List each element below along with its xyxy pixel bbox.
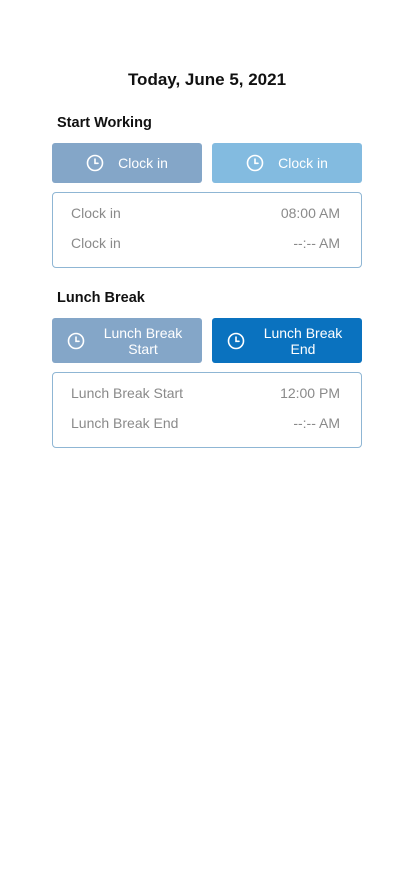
lunch-break-title: Lunch Break — [57, 290, 145, 306]
page-title: Today, June 5, 2021 — [127, 70, 287, 89]
entry-time: --:-- AM — [293, 415, 340, 431]
lunch-break-end-label: Lunch Break End — [263, 324, 343, 357]
start-working-card: Clock in 08:00 AM Clock in --:-- AM — [52, 192, 362, 268]
list-item: Lunch Break End --:-- AM — [71, 415, 340, 431]
lunch-break-end-button[interactable]: Lunch Break End — [212, 318, 362, 363]
entry-label: Clock in — [71, 205, 121, 221]
list-item: Clock in 08:00 AM — [71, 205, 340, 221]
lunch-break-card: Lunch Break Start 12:00 PM Lunch Break E… — [52, 372, 362, 448]
entry-time: --:-- AM — [293, 235, 340, 251]
clock-icon — [67, 332, 85, 350]
clock-in-button[interactable]: Clock in — [52, 143, 202, 183]
clock-icon — [246, 154, 264, 172]
list-item: Clock in --:-- AM — [71, 235, 340, 251]
lunch-break-buttons: Lunch Break Start Lunch Break End — [52, 318, 362, 363]
clock-icon — [86, 154, 104, 172]
clock-in-button-label: Clock in — [118, 155, 168, 171]
entry-time: 12:00 PM — [280, 385, 340, 401]
start-working-title: Start Working — [57, 115, 152, 131]
start-working-buttons: Clock in Clock in — [52, 143, 362, 183]
clock-out-button[interactable]: Clock in — [212, 143, 362, 183]
entry-time: 08:00 AM — [280, 205, 340, 221]
clock-icon — [227, 332, 245, 350]
entry-label: Lunch Break Start — [71, 385, 184, 401]
lunch-break-start-button[interactable]: Lunch Break Start — [52, 318, 202, 363]
clock-out-button-label: Clock in — [278, 155, 328, 171]
lunch-break-start-label: Lunch Break Start — [103, 324, 183, 357]
entry-label: Clock in — [71, 235, 121, 251]
list-item: Lunch Break Start 12:00 PM — [71, 385, 340, 401]
entry-label: Lunch Break End — [71, 415, 179, 431]
